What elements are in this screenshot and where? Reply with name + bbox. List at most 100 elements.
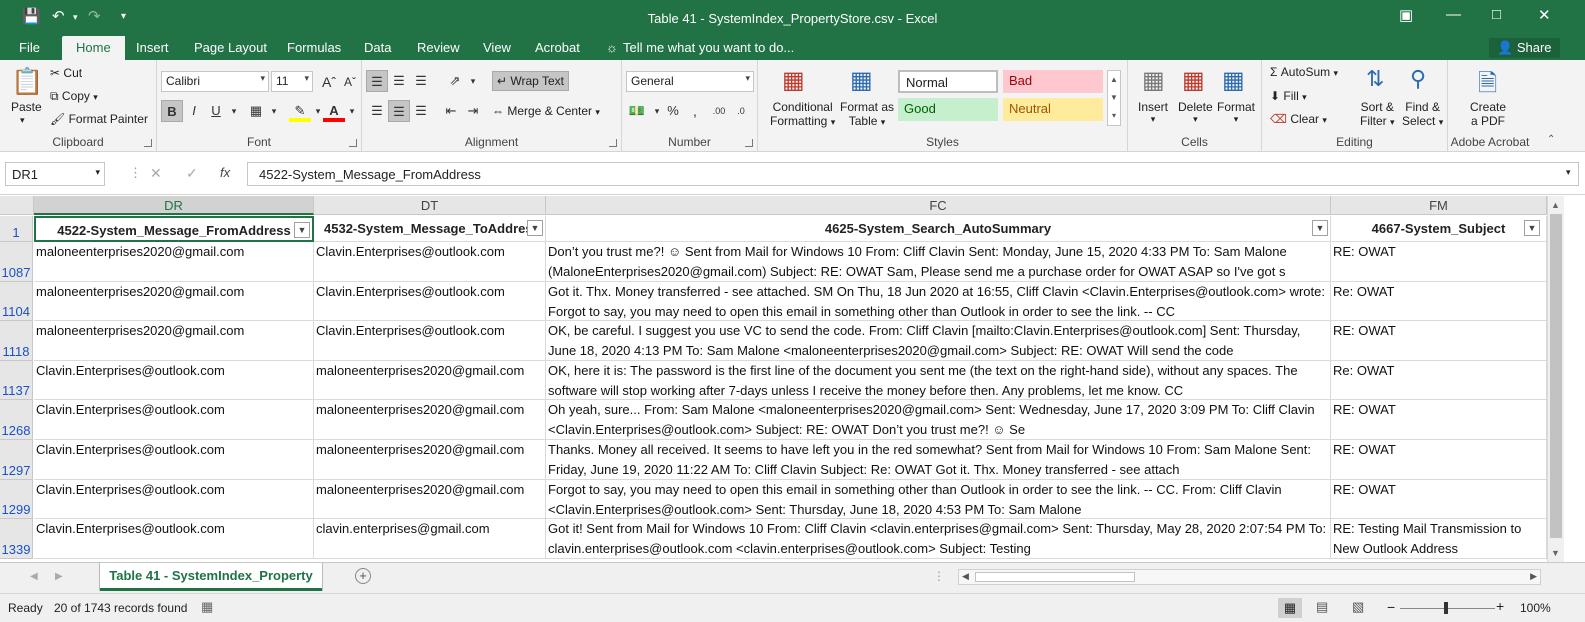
header-cell-summary[interactable]: 4625-System_Search_AutoSummary ▼ xyxy=(546,216,1331,242)
row-header[interactable]: 1297 xyxy=(0,440,33,480)
ribbon-display-icon[interactable]: ▣ xyxy=(1399,6,1413,24)
paste-icon[interactable]: 📋 xyxy=(11,66,43,97)
share-button[interactable]: 👤 Share xyxy=(1489,38,1560,58)
font-size-select[interactable]: 11 ▾ xyxy=(271,71,313,92)
zoom-slider-thumb[interactable] xyxy=(1444,602,1448,614)
header-cell-from[interactable]: 4522-System_Message_FromAddress ▼ xyxy=(34,216,314,242)
table-cell-summary[interactable]: Thanks. Money all received. It seems to … xyxy=(546,440,1331,480)
table-cell-from[interactable]: Clavin.Enterprises@outlook.com xyxy=(34,400,314,440)
align-right-icon[interactable]: ☰ xyxy=(410,100,432,122)
enter-icon[interactable]: ✓ xyxy=(186,165,198,182)
table-cell-from[interactable]: Clavin.Enterprises@outlook.com xyxy=(34,519,314,559)
align-center-icon[interactable]: ☰ xyxy=(388,100,410,122)
minimize-icon[interactable]: — xyxy=(1446,6,1461,23)
column-header-dt[interactable]: DT xyxy=(314,196,546,215)
find-select-button[interactable]: Find & Select ▾ xyxy=(1402,100,1443,128)
header-cell-to[interactable]: 4532-System_Message_ToAddress ▼ xyxy=(314,216,546,242)
add-sheet-icon[interactable]: + xyxy=(355,568,371,584)
table-cell-subject[interactable]: Re: OWAT xyxy=(1331,281,1547,322)
style-normal[interactable]: Normal xyxy=(898,70,998,93)
align-top-icon[interactable]: ☰ xyxy=(366,70,388,92)
row-header[interactable]: 1087 xyxy=(0,242,33,282)
horizontal-scrollbar[interactable]: ◀ ▶ xyxy=(958,569,1541,585)
orientation-dropdown-icon[interactable]: ▾ xyxy=(462,70,484,92)
split-handle-icon[interactable]: ⋮ xyxy=(933,569,945,583)
format-as-table-button[interactable]: Format as Table ▾ xyxy=(840,100,894,128)
table-cell-to[interactable]: Clavin.Enterprises@outlook.com xyxy=(314,242,546,282)
zoom-level[interactable]: 100% xyxy=(1520,601,1551,615)
select-all-corner[interactable] xyxy=(0,196,34,215)
increase-decimal-icon[interactable]: .00 xyxy=(708,100,730,122)
align-left-icon[interactable]: ☰ xyxy=(366,100,388,122)
filter-icon[interactable]: ▼ xyxy=(1312,220,1328,236)
row-header[interactable]: 1104 xyxy=(0,281,33,322)
collapse-ribbon-icon[interactable]: ⌃ xyxy=(1547,134,1555,145)
table-cell-from[interactable]: Clavin.Enterprises@outlook.com xyxy=(34,360,314,401)
decrease-font-icon[interactable]: Aˇ xyxy=(339,71,361,93)
close-icon[interactable]: ✕ xyxy=(1538,6,1551,24)
row-header[interactable]: 1137 xyxy=(0,360,33,401)
bold-button[interactable]: B xyxy=(161,100,183,122)
tab-review[interactable]: Review xyxy=(417,40,460,55)
merge-center-button[interactable]: ⇔ Merge & Center ▾ xyxy=(492,104,600,118)
table-cell-summary[interactable]: Got it. Thx. Money transferred - see att… xyxy=(546,281,1331,322)
borders-dropdown-icon[interactable]: ▾ xyxy=(263,100,285,122)
table-cell-subject[interactable]: RE: OWAT xyxy=(1331,440,1547,480)
scroll-left-icon[interactable]: ◀ xyxy=(962,571,969,582)
table-cell-subject[interactable]: RE: OWAT xyxy=(1331,321,1547,361)
tab-file[interactable]: File xyxy=(19,40,40,55)
table-cell-summary[interactable]: Got it! Sent from Mail for Windows 10 Fr… xyxy=(546,519,1331,559)
paste-button[interactable]: Paste xyxy=(11,100,42,114)
tab-view[interactable]: View xyxy=(483,40,511,55)
table-cell-from[interactable]: Clavin.Enterprises@outlook.com xyxy=(34,440,314,480)
insert-button[interactable]: Insert ▾ xyxy=(1138,100,1168,125)
comma-style-icon[interactable]: , xyxy=(684,100,706,122)
filter-icon[interactable]: ▼ xyxy=(1524,220,1540,236)
tab-home[interactable]: Home xyxy=(62,36,125,60)
tab-formulas[interactable]: Formulas xyxy=(287,40,341,55)
increase-indent-icon[interactable]: ⇥ xyxy=(462,100,484,122)
merge-dropdown-icon[interactable]: ▾ xyxy=(595,107,600,117)
scroll-thumb[interactable] xyxy=(1550,214,1562,538)
sheet-tab[interactable]: Table 41 - SystemIndex_Property xyxy=(100,563,322,591)
row-header[interactable]: 1 xyxy=(0,216,33,242)
page-break-view-icon[interactable]: ▧ xyxy=(1352,599,1364,615)
conditional-formatting-button[interactable]: Conditional Formatting ▾ xyxy=(770,100,835,128)
cancel-icon[interactable]: ✕ xyxy=(150,165,162,182)
table-cell-subject[interactable]: RE: Testing Mail Transmission to New Out… xyxy=(1331,519,1547,559)
row-header[interactable]: 1118 xyxy=(0,321,33,361)
horizontal-scroll-thumb[interactable] xyxy=(975,572,1135,582)
table-cell-to[interactable]: maloneenterprises2020@gmail.com xyxy=(314,360,546,401)
scroll-down-icon[interactable]: ▼ xyxy=(1551,548,1560,558)
table-cell-summary[interactable]: Don’t you trust me?! ☺ Sent from Mail fo… xyxy=(546,242,1331,282)
table-cell-subject[interactable]: RE: OWAT xyxy=(1331,479,1547,520)
macro-record-icon[interactable]: ▦ xyxy=(201,599,213,615)
header-cell-subject[interactable]: 4667-System_Subject ▼ xyxy=(1331,216,1547,242)
format-button[interactable]: Format ▾ xyxy=(1217,100,1255,125)
table-cell-to[interactable]: maloneenterprises2020@gmail.com xyxy=(314,400,546,440)
table-cell-summary[interactable]: OK, here it is: The password is the firs… xyxy=(546,360,1331,401)
table-cell-from[interactable]: maloneenterprises2020@gmail.com xyxy=(34,321,314,361)
number-launcher-icon[interactable] xyxy=(745,139,753,147)
fill-button[interactable]: ⬇ Fill ▾ xyxy=(1270,89,1307,103)
decrease-decimal-icon[interactable]: .0 xyxy=(730,100,752,122)
styles-gallery-scroll[interactable]: ▲ ▼ ▾ xyxy=(1107,70,1121,126)
table-cell-to[interactable]: Clavin.Enterprises@outlook.com xyxy=(314,281,546,322)
tell-me-box[interactable]: Tell me what you want to do... xyxy=(623,40,794,55)
clear-button[interactable]: ⌫ Clear ▾ xyxy=(1270,112,1327,126)
column-header-dr[interactable]: DR xyxy=(34,196,314,215)
increase-font-icon[interactable]: Aˆ xyxy=(318,71,340,93)
column-header-fc[interactable]: FC xyxy=(546,196,1331,215)
scroll-up-icon[interactable]: ▲ xyxy=(1551,200,1560,210)
percent-icon[interactable]: % xyxy=(662,100,684,122)
table-cell-summary[interactable]: Oh yeah, sure... From: Sam Malone <malon… xyxy=(546,400,1331,440)
maximize-icon[interactable]: □ xyxy=(1492,6,1501,23)
zoom-in-icon[interactable]: + xyxy=(1496,598,1504,614)
page-layout-view-icon[interactable]: ▤ xyxy=(1316,599,1328,615)
wrap-text-button[interactable]: ↵ Wrap Text xyxy=(492,71,569,91)
column-header-fm[interactable]: FM xyxy=(1331,196,1547,215)
italic-button[interactable]: I xyxy=(183,100,205,122)
style-neutral[interactable]: Neutral xyxy=(1003,98,1103,121)
align-bottom-icon[interactable]: ☰ xyxy=(410,70,432,92)
create-pdf-button[interactable]: Create a PDF xyxy=(1470,100,1506,128)
